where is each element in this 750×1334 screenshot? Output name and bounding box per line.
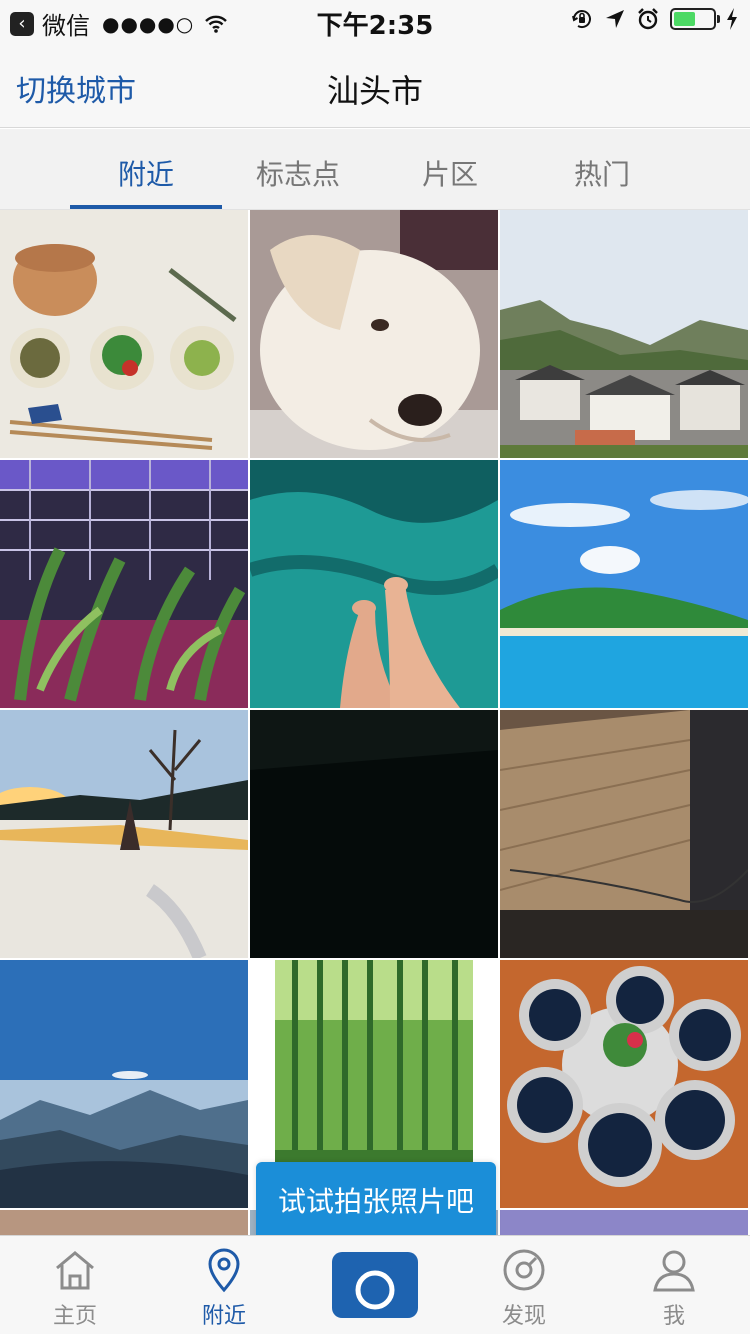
- take-photo-hint[interactable]: 试试拍张照片吧: [256, 1162, 496, 1238]
- charging-bolt-icon: [727, 8, 737, 30]
- photo-tile[interactable]: [500, 960, 748, 1208]
- photo-tile[interactable]: [500, 1210, 748, 1235]
- photo-tile[interactable]: [500, 710, 748, 958]
- battery-icon: [670, 8, 720, 30]
- tabbar-me-label: 我: [662, 1304, 685, 1329]
- feet-in-pool-photo: [250, 460, 498, 708]
- alarm-clock-icon: [638, 8, 658, 30]
- photo-grid: [0, 210, 750, 1235]
- page-title: 汕头市: [326, 72, 423, 110]
- photo-tile[interactable]: [250, 210, 498, 458]
- home-icon: [56, 1251, 94, 1290]
- tabbar-home[interactable]: 主页: [15, 1246, 135, 1330]
- rotation-lock-icon: [572, 10, 591, 29]
- photo-tile[interactable]: [0, 460, 248, 708]
- tabbar-discover-label: 发现: [501, 1304, 546, 1329]
- location-arrow-icon: [606, 10, 624, 28]
- tabbar-me[interactable]: 我: [614, 1246, 734, 1330]
- compass-icon: [503, 1249, 545, 1291]
- snowy-sunset-photo: [0, 710, 248, 958]
- category-tabs: 附近 标志点 片区 热门: [0, 129, 750, 210]
- tropical-island-photo: [500, 460, 748, 708]
- user-icon: [653, 1250, 695, 1292]
- tabbar-nearby-label: 附近: [201, 1304, 246, 1329]
- photo-tile[interactable]: [0, 210, 248, 458]
- bottom-tab-bar: 主页 附近 发现 我: [0, 1235, 750, 1334]
- alpine-valley-photo: [0, 960, 248, 1208]
- location-pin-icon: [208, 1248, 240, 1293]
- tab-popular[interactable]: 热门: [527, 153, 677, 193]
- tab-districts[interactable]: 片区: [375, 153, 525, 193]
- photo-tile[interactable]: [0, 1210, 248, 1235]
- tabbar-nearby[interactable]: 附近: [164, 1246, 284, 1330]
- photo-tile[interactable]: [500, 460, 748, 708]
- battery-level: [674, 12, 695, 26]
- tab-landmarks[interactable]: 标志点: [223, 153, 373, 193]
- camera-icon: [355, 1259, 395, 1310]
- photo-tile[interactable]: [500, 210, 748, 458]
- photo-tile[interactable]: [250, 710, 498, 958]
- tabbar-discover[interactable]: 发现: [464, 1246, 584, 1330]
- photo-tile[interactable]: [0, 710, 248, 958]
- greenhouse-plants-photo: [0, 460, 248, 708]
- indigo-dye-bowls-photo: [500, 960, 748, 1208]
- labrador-dog-photo: [250, 210, 498, 458]
- photo-tile[interactable]: [0, 960, 248, 1208]
- navigation-bar: 切换城市 汕头市: [0, 40, 750, 128]
- camera-button[interactable]: [332, 1252, 418, 1318]
- photo-tile[interactable]: [250, 460, 498, 708]
- tab-nearby[interactable]: 附近: [71, 153, 221, 193]
- tabbar-home-label: 主页: [52, 1304, 97, 1329]
- mountain-village-photo: [500, 210, 748, 458]
- dark-photo: [250, 710, 498, 958]
- food-bowls-photo: [0, 210, 248, 458]
- active-tab-indicator: [70, 205, 222, 209]
- status-bar: ‹ 微信 ●●●●○ 下午2:35: [0, 0, 750, 41]
- wooden-floor-photo: [500, 710, 748, 958]
